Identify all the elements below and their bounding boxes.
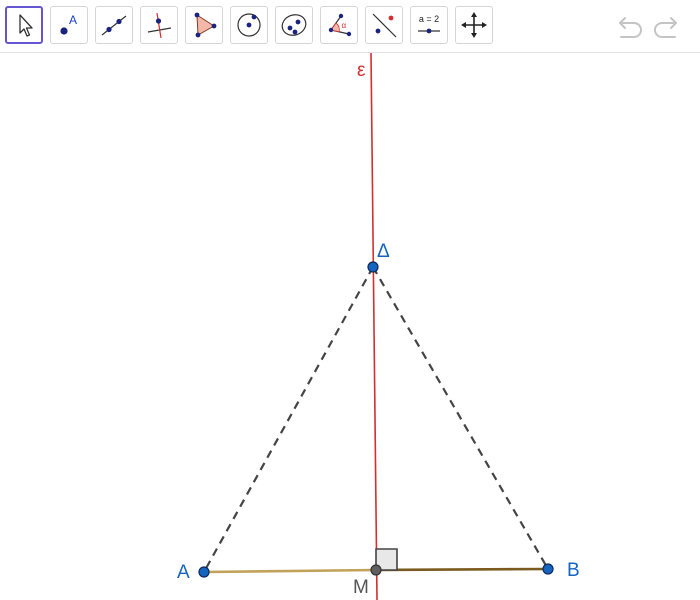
circle-with-center-icon xyxy=(237,13,261,37)
undo-icon xyxy=(619,17,642,38)
point-icon: A xyxy=(60,13,77,35)
point-delta[interactable] xyxy=(367,261,379,273)
point-m[interactable] xyxy=(370,564,382,576)
graphics-view[interactable]: ε Δ A B M xyxy=(0,53,700,600)
slider-tool-label: a = 2 xyxy=(419,14,439,24)
undo-button[interactable] xyxy=(612,12,646,42)
conic-ellipse-icon xyxy=(281,14,307,36)
arrow-cursor-icon xyxy=(19,14,33,37)
point-b-label: B xyxy=(567,560,580,581)
polygon-tool-button[interactable] xyxy=(185,6,223,44)
point-a-label: A xyxy=(177,562,190,583)
point-tool-label: A xyxy=(69,13,77,27)
segment-delta-a[interactable] xyxy=(203,266,374,573)
point-m-label: M xyxy=(353,577,369,598)
point-a[interactable] xyxy=(198,566,210,578)
point-tool-button[interactable]: A xyxy=(50,6,88,44)
reflect-icon xyxy=(372,13,397,38)
graphics-canvas[interactable]: ε Δ A B M xyxy=(0,53,700,600)
slider-tool-button[interactable]: a = 2 xyxy=(410,6,448,44)
perpendicular-bisector-line[interactable] xyxy=(370,53,378,600)
circle-center-point-tool-button[interactable] xyxy=(230,6,268,44)
toolbar: A α a = 2 xyxy=(0,0,700,53)
angle-tool-button[interactable]: α xyxy=(320,6,358,44)
ellipse-tool-button[interactable] xyxy=(275,6,313,44)
reflect-about-line-tool-button[interactable] xyxy=(365,6,403,44)
segment-a-m[interactable] xyxy=(203,568,377,574)
line-label-epsilon: ε xyxy=(357,60,366,81)
segment-m-b[interactable] xyxy=(375,567,549,572)
segment-delta-b[interactable] xyxy=(372,266,549,570)
angle-tool-label: α xyxy=(342,21,347,30)
angle-icon: α xyxy=(328,13,352,37)
perpendicular-line-tool-button[interactable] xyxy=(140,6,178,44)
line-through-two-points-icon xyxy=(101,15,127,36)
point-delta-label: Δ xyxy=(377,241,390,262)
polygon-icon xyxy=(194,12,217,38)
move-tool-button[interactable] xyxy=(5,6,43,44)
move-graphics-view-tool-button[interactable] xyxy=(455,6,493,44)
move-view-icon xyxy=(461,12,487,38)
perpendicular-line-icon xyxy=(147,12,172,39)
slider-icon: a = 2 xyxy=(418,14,440,34)
line-tool-button[interactable] xyxy=(95,6,133,44)
point-b[interactable] xyxy=(542,563,554,575)
redo-icon xyxy=(654,17,677,38)
redo-button[interactable] xyxy=(650,12,684,42)
